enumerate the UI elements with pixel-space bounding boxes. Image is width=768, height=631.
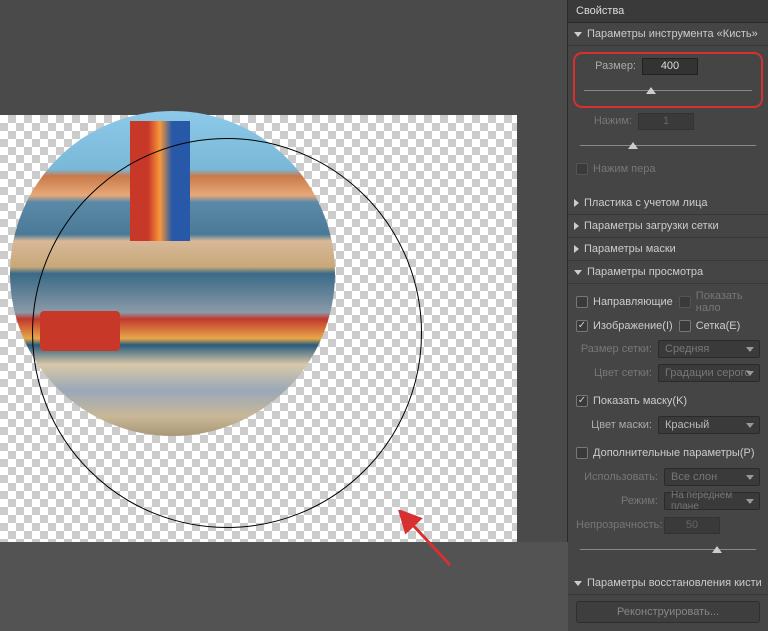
image-checkbox[interactable] — [576, 320, 588, 332]
extra-params-checkbox[interactable] — [576, 447, 588, 459]
mesh-size-label: Размер сетки: — [576, 343, 658, 355]
use-dropdown: Все слон — [664, 468, 760, 486]
guides-checkbox[interactable] — [576, 296, 588, 308]
size-highlight: Размер: — [573, 52, 763, 108]
section-label: Параметры просмотра — [587, 266, 703, 278]
section-mask-params[interactable]: Параметры маски — [568, 238, 768, 261]
size-label: Размер: — [580, 60, 642, 72]
mesh-color-dropdown: Градации серого — [658, 364, 760, 382]
opacity-input — [664, 517, 720, 534]
brush-params-body: Размер: Нажим: Нажим пера — [568, 46, 768, 192]
section-brush-params[interactable]: Параметры инструмента «Кисть» — [568, 23, 768, 46]
chevron-right-icon — [574, 245, 579, 253]
section-brush-restore[interactable]: Параметры восстановления кисти — [568, 572, 768, 595]
reconstruct-button[interactable]: Реконструировать... — [576, 601, 760, 623]
image-circle — [10, 111, 335, 436]
pen-pressure-label: Нажим пера — [593, 163, 656, 175]
panel-title: Свойства — [568, 0, 768, 23]
opacity-slider — [580, 545, 756, 555]
section-mesh-load[interactable]: Параметры загрузки сетки — [568, 215, 768, 238]
extra-params-label: Дополнительные параметры(P) — [593, 447, 754, 459]
show-mask-checkbox[interactable] — [576, 395, 588, 407]
section-label: Параметры загрузки сетки — [584, 220, 719, 232]
section-label: Пластика с учетом лица — [584, 197, 708, 209]
chevron-down-icon — [574, 270, 582, 275]
section-label: Параметры маски — [584, 243, 676, 255]
properties-panel: Свойства Параметры инструмента «Кисть» Р… — [567, 0, 768, 542]
mode-dropdown: На переднем плане — [664, 492, 760, 510]
section-label: Параметры восстановления кисти — [587, 577, 762, 589]
chevron-right-icon — [574, 199, 579, 207]
chevron-down-icon — [574, 581, 582, 586]
chevron-down-icon — [574, 32, 582, 37]
show-mask-label: Показать маску(K) — [593, 395, 687, 407]
mesh-color-label: Цвет сетки: — [576, 367, 658, 379]
pressure-input — [638, 113, 694, 130]
chevron-right-icon — [574, 222, 579, 230]
overlay-label: Показать нало — [696, 290, 760, 314]
use-label: Использовать: — [576, 471, 664, 483]
brush-restore-body: Реконструировать... — [568, 595, 768, 631]
pressure-label: Нажим: — [576, 115, 638, 127]
mask-color-label: Цвет маски: — [576, 419, 658, 431]
opacity-label: Непрозрачность: — [576, 519, 664, 531]
guides-label: Направляющие — [593, 296, 673, 308]
section-label: Параметры инструмента «Кисть» — [587, 28, 758, 40]
section-view-params[interactable]: Параметры просмотра — [568, 261, 768, 284]
image-label: Изображение(I) — [593, 320, 673, 332]
mesh-label: Сетка(E) — [696, 320, 741, 332]
size-input[interactable] — [642, 58, 698, 75]
mask-color-dropdown[interactable]: Красный — [658, 416, 760, 434]
pen-pressure-checkbox — [576, 163, 588, 175]
size-slider[interactable] — [584, 86, 752, 96]
mode-label: Режим: — [576, 495, 664, 507]
pressure-slider[interactable] — [580, 141, 756, 151]
mesh-size-dropdown: Средняя — [658, 340, 760, 358]
overlay-checkbox — [679, 296, 691, 308]
workspace — [0, 0, 567, 542]
view-params-body: Направляющие Показать нало Изображение(I… — [568, 284, 768, 572]
canvas[interactable] — [0, 115, 517, 542]
city-photo — [10, 111, 335, 436]
section-face-liquify[interactable]: Пластика с учетом лица — [568, 192, 768, 215]
mesh-checkbox[interactable] — [679, 320, 691, 332]
